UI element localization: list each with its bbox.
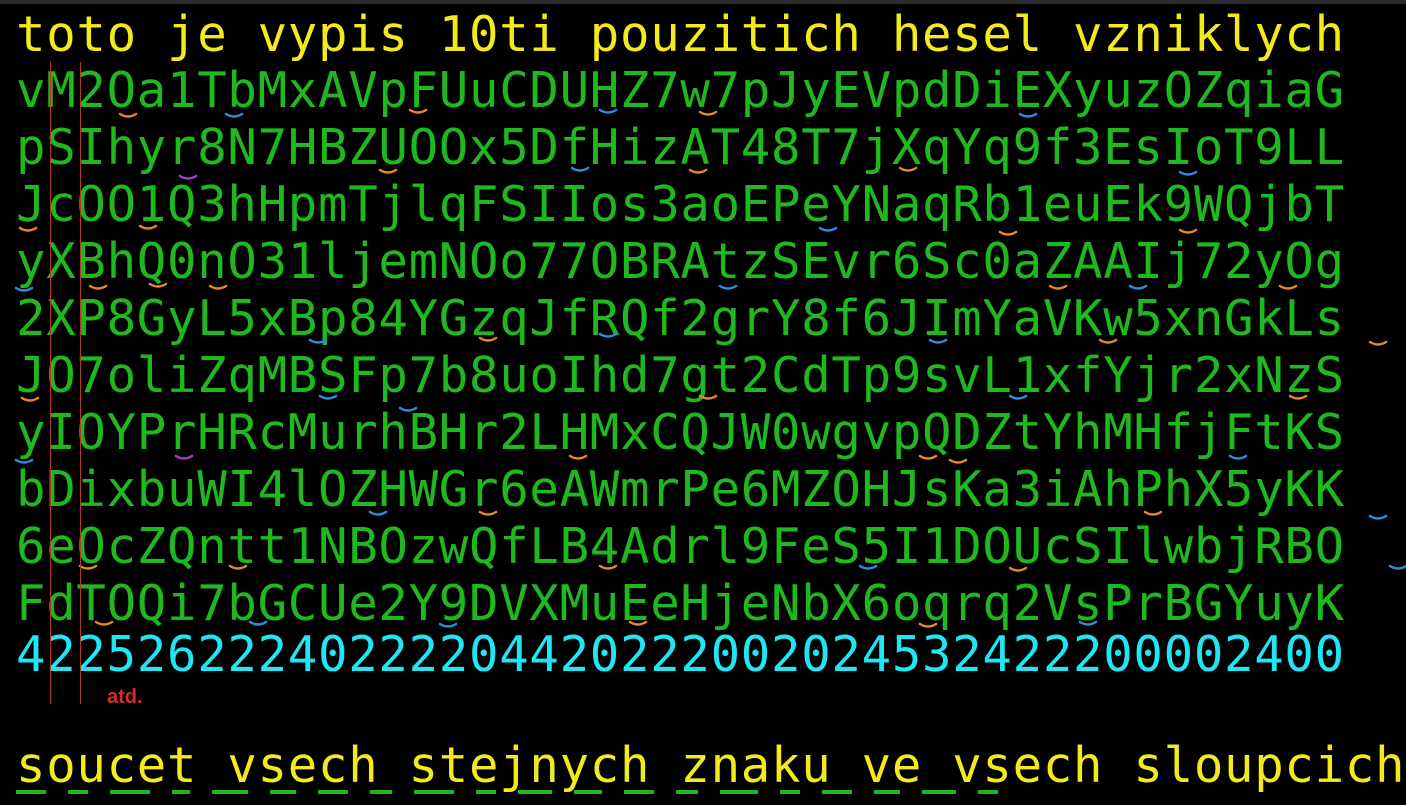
terminal-screen: toto je vypis 10ti pouzitich hesel vznik… xyxy=(0,0,1406,805)
column-counts-line: 4225262224022220442022200202453242220000… xyxy=(16,626,1345,683)
password-line-7: yIOYPrHRcMurhBHr2LHMxCQJW0wgvpQDZtYhMHfj… xyxy=(16,404,1345,461)
password-line-10: FdTOQi7bGCUe2Y9DVXMuEeHjeNbX6oqrq2VsPrBG… xyxy=(16,575,1345,632)
password-line-2: pSIhyr8N7HBZUOOx5DfHizAT48T7jXqYq9f3EsIo… xyxy=(16,119,1345,176)
etc-note: atd. xyxy=(107,686,143,708)
footer-line: soucet vsech stejnych znaku ve vsech slo… xyxy=(16,737,1406,794)
password-line-6: JO7oliZqMBSFp7b8uoIhd7gt2CdTp9svL1xfYjr2… xyxy=(16,347,1345,404)
column-guide-left xyxy=(50,62,51,704)
password-line-4: yXBhQ0nO31ljemNOo77OBRAtzSEvr6Sc0aZAAIj7… xyxy=(16,233,1345,290)
header-line: toto je vypis 10ti pouzitich hesel vznik… xyxy=(16,6,1345,63)
password-line-1: vM2Oa1TbMxAVpFUuCDUHZ7w7pJyEVpdDiEXyuzOZ… xyxy=(16,62,1345,119)
password-line-3: JcOO1Q3hHpmTjlqFSIIos3aoEPeYNaqRb1euEk9W… xyxy=(16,176,1345,233)
password-line-9: 6eOcZQntt1NBOzwQfLB4Adrl9FeS5I1DOUcSIlwb… xyxy=(16,518,1345,575)
window-top-edge xyxy=(0,0,1406,4)
password-line-8: bDixbuWI4lOZHWGr6eAWmrPe6MZOHJsKa3iAhPhX… xyxy=(16,461,1345,518)
password-line-5: 2XP8GyL5xBp84YGzqJfRQf2grY8f6JImYaVKw5xn… xyxy=(16,290,1345,347)
column-guide-right xyxy=(80,62,81,704)
cut-off-line xyxy=(16,790,1406,805)
